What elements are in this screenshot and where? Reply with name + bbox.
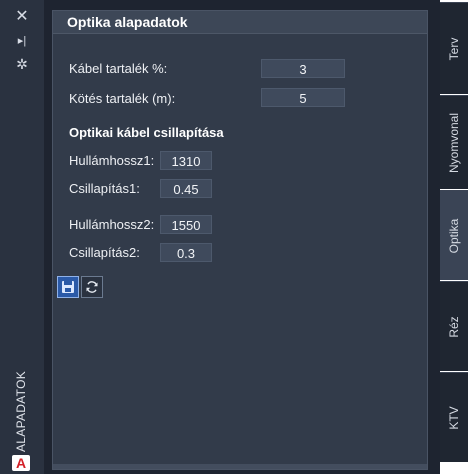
panel-header: Optika alapadatok [53,11,427,34]
tab-nyomvonal[interactable]: Nyomvonal [440,95,468,189]
hullamhossz1-label: Hullámhossz1: [69,153,155,168]
hullamhossz2-label: Hullámhossz2: [69,217,155,232]
kotes-tartalek-label: Kötés tartalék (m): [69,91,176,106]
csillapitas1-label: Csillapítás1: [69,181,140,196]
csillapitas2-label: Csillapítás2: [69,245,140,260]
tab-label: Nyomvonal [447,112,461,173]
panel-title: Optika alapadatok [67,14,188,30]
tab-label: KTV [447,405,461,430]
tab-rez[interactable]: Réz [440,281,468,371]
kotes-tartalek-input[interactable]: 5 [261,88,345,107]
panel-bottom-bar [53,464,427,469]
tab-label: Réz [447,315,461,338]
gear-icon[interactable]: ✲ [0,56,44,72]
palette-title-bar: ✕ ▸| ✲ ALAPADATOK A [0,0,44,474]
section-title: Optikai kábel csillapítása [69,125,224,140]
palette-title: ALAPADATOK [14,370,28,452]
optika-panel: Optika alapadatok Kábel tartalék %: 3 Kö… [52,10,428,470]
refresh-button[interactable] [81,276,103,298]
tab-strip: Terv Nyomvonal Optika Réz KTV [440,0,469,474]
hullamhossz1-input[interactable]: 1310 [160,151,212,170]
tab-label: Terv [447,37,461,60]
csillapitas1-input[interactable]: 0.45 [160,179,212,198]
tab-label: Optika [447,218,461,253]
tab-terv[interactable]: Terv [440,2,468,94]
close-icon[interactable]: ✕ [0,9,44,25]
hullamhossz2-input[interactable]: 1550 [160,215,212,234]
csillapitas2-input[interactable]: 0.3 [160,243,212,262]
tab-ktv[interactable]: KTV [440,372,468,462]
palette-window: ✕ ▸| ✲ ALAPADATOK A Optika alapadatok Ká… [0,0,440,474]
save-button[interactable] [57,276,79,298]
tab-optika[interactable]: Optika [440,190,468,280]
kabel-tartalek-label: Kábel tartalék %: [69,61,168,76]
autocad-logo-icon: A [12,455,30,471]
kabel-tartalek-input[interactable]: 3 [261,59,345,78]
pin-icon[interactable]: ▸| [0,33,44,49]
refresh-icon [86,281,98,293]
save-icon [62,281,74,293]
